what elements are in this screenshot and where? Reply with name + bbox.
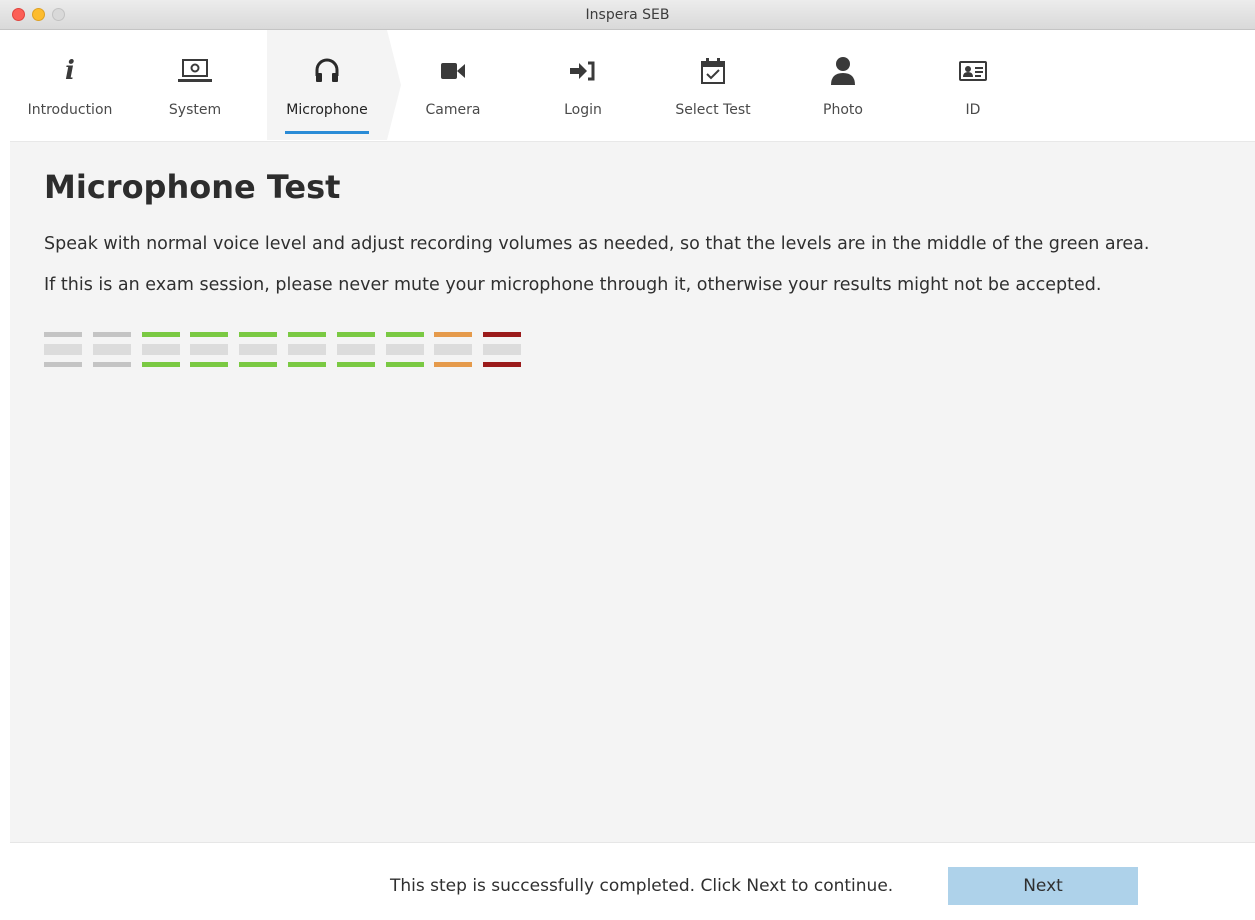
level-segment-green [336,332,375,369]
step-label: Introduction [27,102,113,118]
instruction-text: Speak with normal voice level and adjust… [44,234,1150,254]
page-title: Microphone Test [44,168,341,206]
main-panel: Microphone Test Speak with normal voice … [10,141,1255,842]
step-label: Camera [425,102,481,118]
level-segment-red [483,332,522,369]
level-segment-green [385,332,424,369]
id-card-icon [913,56,1033,86]
level-segment-orange [434,332,473,369]
step-label: Select Test [675,102,751,118]
footer-divider [10,842,1255,843]
warning-text: If this is an exam session, please never… [44,275,1102,295]
laptop-gear-icon [135,56,255,86]
app-window: Inspera SEB i Introduction System Microp… [0,0,1255,920]
calendar-check-icon [653,56,773,86]
video-camera-icon [393,56,513,86]
step-microphone[interactable]: Microphone [267,30,401,140]
active-step-indicator [285,131,369,134]
user-icon [783,56,903,86]
step-login[interactable]: Login [523,30,643,140]
level-segment-green [239,332,278,369]
headphones-icon [267,56,387,86]
step-select-test[interactable]: Select Test [653,30,773,140]
sign-in-icon [523,56,643,86]
microphone-level-meter [44,332,524,372]
step-label: ID [965,102,981,118]
step-label: System [168,102,222,118]
title-bar: Inspera SEB [0,0,1255,30]
level-segment-gray [44,332,82,369]
window-title: Inspera SEB [585,7,670,23]
step-status-text: This step is successfully completed. Cli… [390,876,894,896]
step-label: Login [564,102,602,118]
info-icon: i [65,56,75,86]
step-navigation: i Introduction System Microphone Camera … [10,30,1255,140]
step-introduction[interactable]: i Introduction [10,30,130,140]
step-label: Microphone [286,102,368,118]
level-segment-green [190,332,229,369]
level-segment-green [288,332,326,369]
step-label: Photo [823,102,863,118]
level-segment-gray [92,332,131,369]
next-button[interactable]: Next [948,867,1138,905]
level-segment-green [141,332,180,369]
step-camera[interactable]: Camera [393,30,513,140]
step-id[interactable]: ID [913,30,1033,140]
step-photo[interactable]: Photo [783,30,903,140]
step-system[interactable]: System [135,30,255,140]
